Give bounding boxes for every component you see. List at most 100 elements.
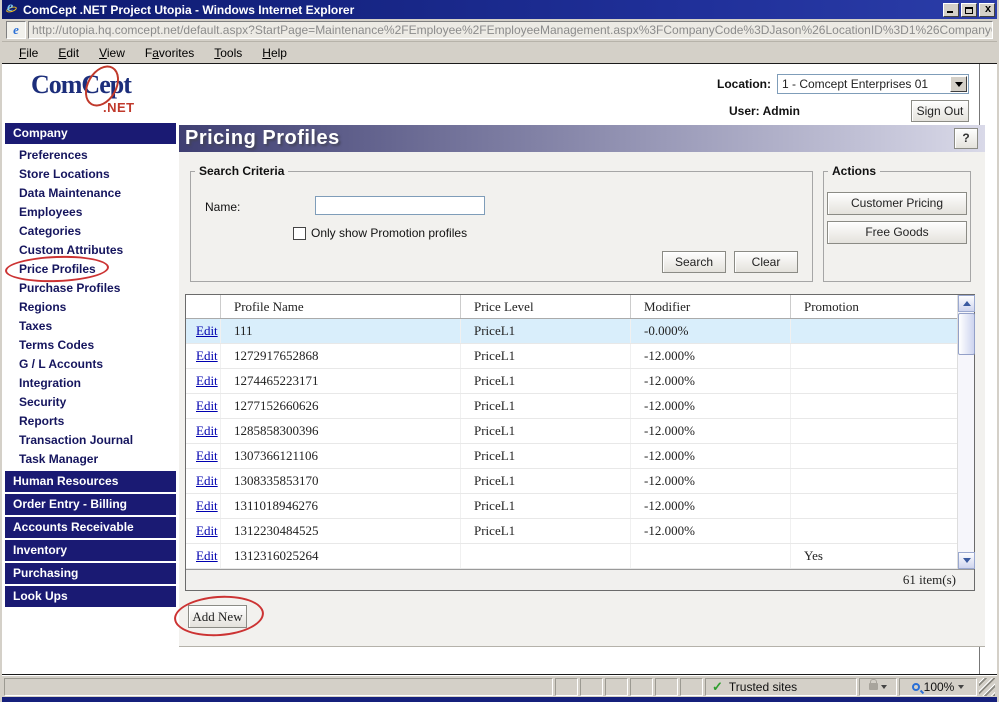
promotion-checkbox[interactable] [293,227,306,240]
cell-promotion [791,419,957,443]
actions-legend: Actions [828,164,880,178]
cell-promotion [791,344,957,368]
cell-price-level: PriceL1 [461,469,631,493]
sidebar-item-preferences[interactable]: Preferences [5,146,176,165]
cell-price-level: PriceL1 [461,419,631,443]
sidebar-item-data-maintenance[interactable]: Data Maintenance [5,184,176,203]
cell-modifier: -12.000% [631,444,791,468]
cell-promotion [791,319,957,343]
sidebar-item-transaction-journal[interactable]: Transaction Journal [5,431,176,450]
sidebar-section-company[interactable]: Company [5,123,176,144]
sidebar-section-inventory[interactable]: Inventory [5,540,176,561]
edit-link[interactable]: Edit [196,423,218,439]
maximize-button[interactable] [961,3,977,17]
location-label: Location: [717,77,771,91]
menu-tools[interactable]: Tools [205,44,251,62]
sidebar-nav: Company Preferences Store Locations Data… [5,123,176,674]
edit-link[interactable]: Edit [196,373,218,389]
actions-group: Actions Customer Pricing Free Goods [823,164,971,282]
edit-link[interactable]: Edit [196,498,218,514]
sidebar-item-price-profiles[interactable]: Price Profiles [5,260,176,279]
edit-link[interactable]: Edit [196,348,218,364]
scroll-thumb[interactable] [958,313,975,355]
resize-grip[interactable] [979,678,995,696]
sidebar-item-regions[interactable]: Regions [5,298,176,317]
cell-price-level: PriceL1 [461,319,631,343]
search-button[interactable]: Search [662,251,726,273]
edit-link[interactable]: Edit [196,448,218,464]
edit-link[interactable]: Edit [196,473,218,489]
search-criteria-legend: Search Criteria [195,164,288,178]
clear-button[interactable]: Clear [734,251,798,273]
cell-promotion: Yes [791,544,957,568]
customer-pricing-button[interactable]: Customer Pricing [827,192,967,215]
sidebar-item-store-locations[interactable]: Store Locations [5,165,176,184]
scroll-down-icon[interactable] [958,552,975,569]
sidebar-section-purchasing[interactable]: Purchasing [5,563,176,584]
table-row: Edit 1274465223171 PriceL1 -12.000% [186,369,957,394]
zoom-panel[interactable]: 100% [899,678,977,696]
sidebar-section-accounts-receivable[interactable]: Accounts Receivable [5,517,176,538]
free-goods-button[interactable]: Free Goods [827,221,967,244]
help-button[interactable]: ? [954,128,978,149]
menu-help[interactable]: Help [253,44,296,62]
cell-modifier: -12.000% [631,519,791,543]
location-value: 1 - Comcept Enterprises 01 [782,77,928,91]
sidebar-item-gl-accounts[interactable]: G / L Accounts [5,355,176,374]
window-bottom-edge [2,697,997,702]
cell-price-level: PriceL1 [461,369,631,393]
sidebar-item-taxes[interactable]: Taxes [5,317,176,336]
sidebar-item-terms-codes[interactable]: Terms Codes [5,336,176,355]
cell-profile-name: 1312230484525 [221,519,461,543]
sidebar-item-purchase-profiles[interactable]: Purchase Profiles [5,279,176,298]
sidebar-item-task-manager[interactable]: Task Manager [5,450,176,469]
menu-favorites[interactable]: Favorites [136,44,203,62]
table-row: Edit 1307366121106 PriceL1 -12.000% [186,444,957,469]
sidebar-item-categories[interactable]: Categories [5,222,176,241]
sidebar-section-look-ups[interactable]: Look Ups [5,586,176,607]
cell-modifier: -12.000% [631,494,791,518]
minimize-button[interactable] [943,3,959,17]
cell-promotion [791,519,957,543]
menu-edit[interactable]: Edit [49,44,88,62]
sidebar-item-security[interactable]: Security [5,393,176,412]
edit-link[interactable]: Edit [196,323,218,339]
scroll-up-icon[interactable] [958,295,975,312]
cell-price-level: PriceL1 [461,519,631,543]
page-icon: e [6,21,26,39]
close-button[interactable]: x [979,3,995,17]
header-promotion: Promotion [791,295,957,318]
header-price-level: Price Level [461,295,631,318]
grid-scrollbar[interactable] [957,295,974,569]
location-select[interactable]: 1 - Comcept Enterprises 01 [777,74,969,94]
page-title: Pricing Profiles [179,127,340,150]
search-criteria-group: Search Criteria Name: Only show Promotio… [190,164,813,282]
trusted-sites-panel: ✓ Trusted sites [705,678,857,696]
chevron-down-icon [958,685,964,692]
menu-view[interactable]: View [90,44,134,62]
cell-modifier: -0.000% [631,319,791,343]
sidebar-item-reports[interactable]: Reports [5,412,176,431]
chevron-down-icon[interactable] [950,76,967,92]
ie-logo-icon: e [6,3,19,16]
sidebar-section-order-entry-billing[interactable]: Order Entry - Billing [5,494,176,515]
edit-link[interactable]: Edit [196,523,218,539]
edit-link[interactable]: Edit [196,398,218,414]
status-panel [630,678,653,696]
grid-header-row: Profile Name Price Level Modifier Promot… [186,295,957,319]
edit-link[interactable]: Edit [196,548,218,564]
sidebar-section-human-resources[interactable]: Human Resources [5,471,176,492]
sidebar-item-employees[interactable]: Employees [5,203,176,222]
status-message-panel [4,678,553,696]
protected-mode-panel[interactable] [859,678,897,696]
cell-profile-name: 1311018946276 [221,494,461,518]
name-input[interactable] [315,196,485,215]
sign-out-button[interactable]: Sign Out [911,100,969,122]
cell-profile-name: 1307366121106 [221,444,461,468]
url-field[interactable]: http://utopia.hq.comcept.net/default.asp… [28,21,993,39]
cell-promotion [791,394,957,418]
menu-file[interactable]: File [10,44,47,62]
sidebar-item-integration[interactable]: Integration [5,374,176,393]
menu-bar: File Edit View Favorites Tools Help [2,42,997,63]
header-profile-name: Profile Name [221,295,461,318]
